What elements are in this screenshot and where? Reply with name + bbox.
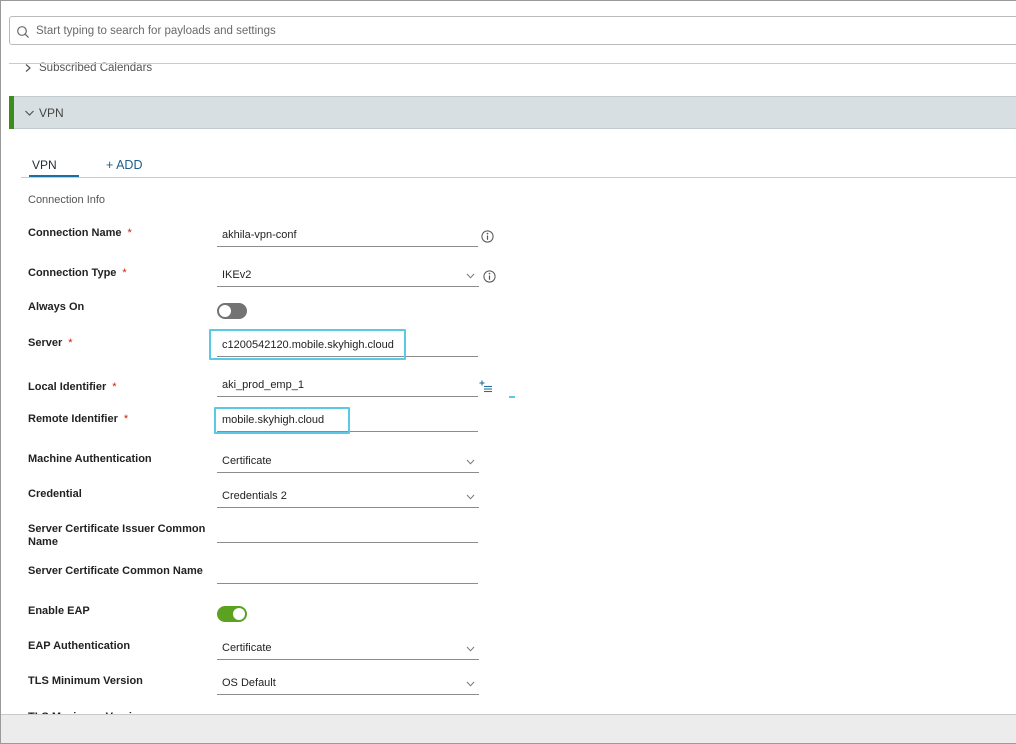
footer-bar: [1, 714, 1016, 743]
server-label: Server *: [28, 337, 73, 349]
chevron-right-icon: [25, 64, 31, 72]
tab-vpn[interactable]: VPN: [32, 158, 57, 172]
highlight-box: [209, 329, 406, 360]
connection-type-value: IKEv2: [222, 269, 252, 281]
chevron-down-icon: [466, 646, 475, 652]
tabs-divider: [21, 177, 1016, 178]
connection-name-value: akhila-vpn-conf: [222, 229, 297, 241]
add-vpn-button[interactable]: + ADD: [106, 158, 142, 172]
required-marker: *: [127, 227, 132, 239]
tls-min-version-label: TLS Minimum Version: [28, 675, 143, 687]
search-icon: [17, 26, 30, 39]
group-title: Connection Info: [28, 194, 106, 206]
server-cert-cn-label: Server Certificate Common Name: [28, 565, 203, 577]
toggle-knob: [233, 608, 245, 620]
server-cert-cn-field[interactable]: [217, 562, 478, 584]
always-on-label: Always On: [28, 301, 85, 313]
eap-authentication-label: EAP Authentication: [28, 640, 131, 652]
required-marker: *: [123, 413, 129, 425]
tls-min-version-value: OS Default: [222, 677, 276, 689]
active-accent-bar: [9, 96, 14, 129]
eap-authentication-select[interactable]: Certificate: [217, 638, 479, 660]
insert-lookup-icon[interactable]: [479, 380, 493, 393]
required-marker: *: [112, 381, 117, 393]
machine-authentication-value: Certificate: [222, 455, 272, 467]
required-marker: *: [122, 267, 127, 279]
local-identifier-field[interactable]: aki_prod_emp_1: [217, 375, 478, 397]
chevron-down-icon: [466, 459, 475, 465]
info-icon[interactable]: [483, 270, 496, 283]
chevron-down-icon: [466, 681, 475, 687]
divider: [9, 63, 1016, 64]
chevron-down-icon: [466, 494, 475, 500]
tls-min-version-select[interactable]: OS Default: [217, 673, 479, 695]
enable-eap-toggle[interactable]: [217, 606, 247, 622]
connection-name-field[interactable]: akhila-vpn-conf: [217, 225, 478, 247]
toggle-knob: [219, 305, 231, 317]
enable-eap-label: Enable EAP: [28, 605, 90, 617]
payload-editor: Subscribed Calendars VPN VPN + ADD Conne…: [0, 0, 1016, 744]
machine-authentication-label: Machine Authentication: [28, 453, 152, 465]
info-icon[interactable]: [481, 230, 494, 243]
credential-value: Credentials 2: [222, 490, 287, 502]
credential-select[interactable]: Credentials 2: [217, 486, 479, 508]
connection-type-label: Connection Type *: [28, 267, 127, 279]
connection-name-label: Connection Name *: [28, 227, 132, 239]
remote-identifier-label: Remote Identifier *: [28, 413, 129, 425]
server-cert-issuer-cn-label: Server Certificate Issuer Common Name: [28, 523, 206, 548]
server-cert-issuer-cn-field[interactable]: [217, 521, 478, 543]
section-vpn-header[interactable]: VPN: [9, 96, 1016, 129]
local-identifier-label: Local Identifier *: [28, 381, 117, 393]
always-on-toggle[interactable]: [217, 303, 247, 319]
connection-type-select[interactable]: IKEv2: [217, 265, 479, 287]
section-label: VPN: [39, 106, 64, 120]
credential-label: Credential: [28, 488, 82, 500]
section-subscribed-calendars[interactable]: Subscribed Calendars: [9, 56, 1016, 82]
highlight-mark: [509, 396, 515, 398]
search-input[interactable]: [36, 19, 936, 43]
machine-authentication-select[interactable]: Certificate: [217, 451, 479, 473]
eap-authentication-value: Certificate: [222, 642, 272, 654]
local-identifier-value: aki_prod_emp_1: [222, 379, 304, 391]
search-box[interactable]: [9, 16, 1016, 45]
highlight-box: [214, 407, 350, 434]
required-marker: *: [68, 337, 73, 349]
chevron-down-icon: [466, 273, 475, 279]
chevron-down-icon: [25, 110, 34, 116]
